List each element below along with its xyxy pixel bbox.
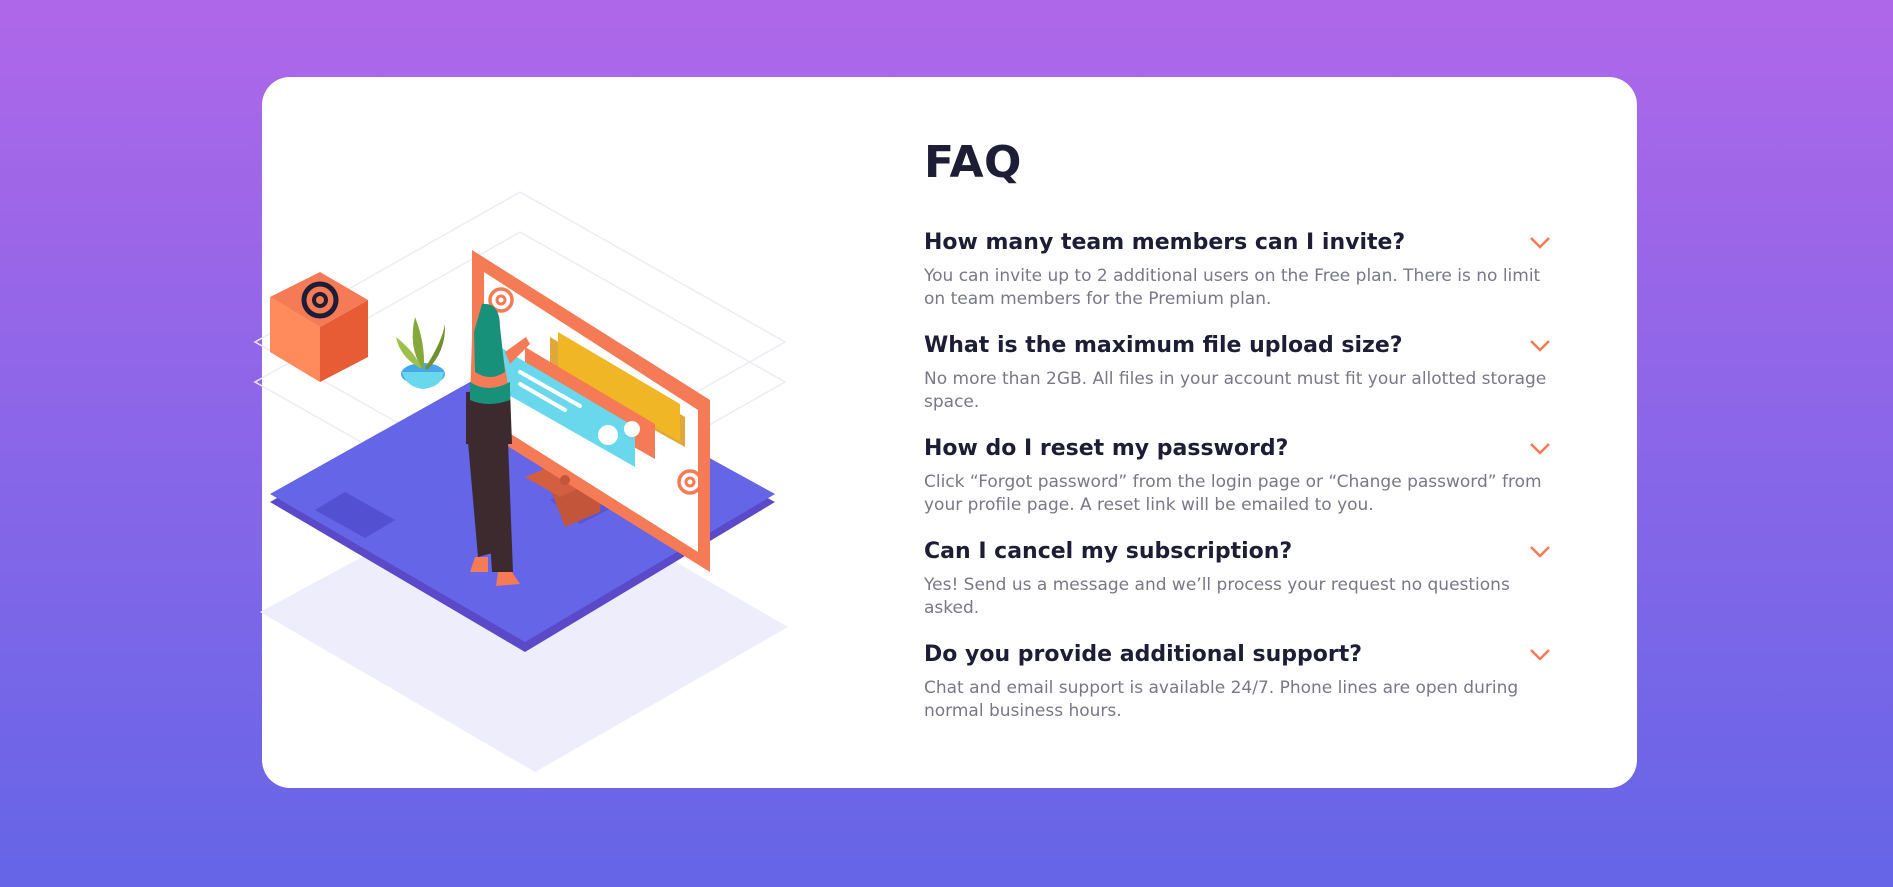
faq-answer: Click “Forgot password” from the login p… xyxy=(924,472,1542,515)
faq-question-toggle[interactable]: Can I cancel my subscription? xyxy=(924,539,1551,564)
chevron-down-icon[interactable] xyxy=(1529,339,1551,353)
faq-card: FAQ How many team members can I invite? … xyxy=(253,77,1637,788)
faq-item: Do you provide additional support? Chat … xyxy=(924,642,1551,723)
faq-question: Do you provide additional support? xyxy=(924,642,1362,667)
chevron-down-icon[interactable] xyxy=(1529,545,1551,559)
faq-answer: No more than 2GB. All files in your acco… xyxy=(924,369,1547,412)
faq-question-toggle[interactable]: Do you provide additional support? xyxy=(924,642,1551,667)
faq-question: How many team members can I invite? xyxy=(924,230,1406,255)
faq-question: Can I cancel my subscription? xyxy=(924,539,1293,564)
woman-online-illustration xyxy=(253,191,788,772)
faq-item: How do I reset my password? Click “Forgo… xyxy=(924,436,1551,517)
chevron-down-icon[interactable] xyxy=(1529,648,1551,662)
faq-title: FAQ xyxy=(924,137,1022,188)
faq-answer: Chat and email support is available 24/7… xyxy=(924,678,1519,721)
faq-item: How many team members can I invite? You … xyxy=(924,230,1551,311)
faq-item: What is the maximum file upload size? No… xyxy=(924,333,1551,414)
faq-item: Can I cancel my subscription? Yes! Send … xyxy=(924,539,1551,620)
faq-answer: Yes! Send us a message and we’ll process… xyxy=(924,575,1510,618)
faq-question-toggle[interactable]: How many team members can I invite? xyxy=(924,230,1551,255)
faq-question: What is the maximum file upload size? xyxy=(924,333,1403,358)
faq-question-toggle[interactable]: What is the maximum file upload size? xyxy=(924,333,1551,358)
faq-section: FAQ How many team members can I invite? … xyxy=(924,137,1551,745)
chevron-down-icon[interactable] xyxy=(1529,442,1551,456)
chevron-down-icon[interactable] xyxy=(1529,236,1551,250)
faq-question-toggle[interactable]: How do I reset my password? xyxy=(924,436,1551,461)
faq-answer: You can invite up to 2 additional users … xyxy=(924,266,1541,309)
faq-question: How do I reset my password? xyxy=(924,436,1289,461)
